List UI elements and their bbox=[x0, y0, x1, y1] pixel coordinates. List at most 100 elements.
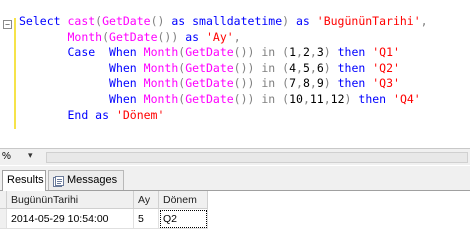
change-marker bbox=[14, 18, 16, 129]
result-tabs: Results Messages bbox=[0, 166, 470, 191]
code-token: , bbox=[309, 60, 317, 75]
code-line[interactable]: When Month(GetDate()) in (10,11,12) then… bbox=[19, 92, 428, 108]
tab-results-label: Results bbox=[7, 174, 44, 186]
code-token: as bbox=[185, 29, 206, 44]
zoom-level[interactable]: % bbox=[2, 151, 11, 162]
code-token: When bbox=[109, 76, 144, 91]
code-token: in ( bbox=[261, 45, 290, 60]
code-token: in ( bbox=[261, 60, 290, 75]
code-token: 3 bbox=[316, 45, 324, 60]
column-header[interactable]: Ay bbox=[133, 191, 159, 209]
horizontal-scrollbar[interactable] bbox=[46, 152, 468, 163]
code-token: 'Q1' bbox=[372, 45, 400, 60]
code-token: End as bbox=[67, 107, 116, 122]
code-token: 'Q3' bbox=[372, 76, 400, 91]
code-token: , bbox=[233, 29, 241, 44]
code-token: Month bbox=[143, 60, 179, 75]
code-token: ) bbox=[344, 91, 359, 106]
code-token: in ( bbox=[261, 91, 290, 106]
code-token: Month bbox=[143, 76, 179, 91]
editor-status-bar: % ▾ bbox=[0, 148, 470, 165]
code-token: , bbox=[420, 14, 428, 28]
code-token: ) bbox=[323, 60, 338, 75]
column-header[interactable]: Dönem bbox=[158, 191, 208, 209]
code-token: 6 bbox=[316, 60, 324, 75]
code-token: then bbox=[337, 45, 373, 60]
column-header[interactable]: BugününTarihi bbox=[6, 191, 134, 209]
tab-messages-label: Messages bbox=[67, 174, 118, 186]
code-token: ()) bbox=[157, 29, 186, 44]
code-line[interactable]: Select cast(GetDate() as smalldatetime) … bbox=[19, 14, 428, 30]
code-token: 'BugününTarihi' bbox=[316, 14, 421, 28]
code-token: then bbox=[337, 60, 373, 75]
table-row: 2014-05-29 10:54:00 5 Q2 bbox=[0, 208, 208, 229]
code-token: 7 bbox=[289, 76, 297, 91]
code-token: 2 bbox=[302, 45, 310, 60]
query-editor[interactable]: − Select cast(GetDate() as smalldatetime… bbox=[0, 0, 470, 150]
code-token: , bbox=[296, 45, 303, 60]
code-token: , bbox=[296, 76, 303, 91]
code-token: ) bbox=[323, 45, 338, 60]
table-cell[interactable]: Q2 bbox=[158, 208, 208, 229]
code-token: 'Ay' bbox=[205, 29, 234, 44]
code-token: ()) bbox=[233, 91, 262, 106]
code-token: 8 bbox=[302, 76, 310, 91]
code-token: Month bbox=[67, 29, 103, 44]
code-token: ( bbox=[102, 29, 110, 44]
code-token: When bbox=[109, 91, 144, 106]
code-token: , bbox=[296, 60, 303, 75]
table-cell[interactable]: 5 bbox=[133, 208, 159, 229]
results-grid: BugününTarihi Ay Dönem 2014-05-29 10:54:… bbox=[0, 191, 208, 229]
code-token: 'Q4' bbox=[393, 91, 421, 106]
code-token: then bbox=[337, 76, 373, 91]
code-line[interactable]: When Month(GetDate()) in (7,8,9) then 'Q… bbox=[19, 76, 428, 92]
code-token: () bbox=[150, 14, 172, 28]
code-token: ()) bbox=[233, 45, 262, 60]
messages-icon bbox=[53, 175, 64, 187]
code-token: as bbox=[296, 14, 317, 28]
code-token: ) bbox=[282, 14, 296, 28]
code-token: GetDate bbox=[185, 91, 234, 106]
code-token: GetDate bbox=[102, 14, 151, 28]
code-token: ()) bbox=[233, 60, 262, 75]
code-token: GetDate bbox=[109, 29, 158, 44]
code-line[interactable]: Month(GetDate()) as 'Ay', bbox=[19, 30, 428, 46]
code-token: 'Q2' bbox=[372, 60, 400, 75]
code-token: GetDate bbox=[185, 60, 234, 75]
code-token: Month bbox=[143, 91, 179, 106]
code-token: , bbox=[309, 76, 317, 91]
sql-code[interactable]: Select cast(GetDate() as smalldatetime) … bbox=[19, 14, 428, 123]
code-token: 11 bbox=[309, 91, 324, 106]
code-line[interactable]: When Month(GetDate()) in (4,5,6) then 'Q… bbox=[19, 61, 428, 77]
tab-messages[interactable]: Messages bbox=[48, 170, 124, 190]
code-token: 12 bbox=[330, 91, 345, 106]
zoom-dropdown-icon[interactable]: ▾ bbox=[28, 150, 33, 161]
code-token: cast bbox=[67, 14, 96, 28]
code-token: Month bbox=[143, 45, 179, 60]
code-line[interactable]: Case When Month(GetDate()) in (1,2,3) th… bbox=[19, 45, 428, 61]
code-token: 5 bbox=[302, 60, 310, 75]
code-token: 'Dönem' bbox=[115, 107, 165, 122]
table-cell[interactable]: 2014-05-29 10:54:00 bbox=[6, 208, 134, 229]
code-token: ()) bbox=[233, 76, 262, 91]
code-token: 10 bbox=[289, 91, 303, 106]
code-token: GetDate bbox=[185, 45, 234, 60]
code-token: , bbox=[302, 91, 310, 106]
code-token: in ( bbox=[261, 76, 290, 91]
tab-results[interactable]: Results bbox=[2, 170, 46, 191]
code-token: ) bbox=[323, 76, 338, 91]
code-token: 4 bbox=[289, 60, 297, 75]
collapse-toggle-icon[interactable]: − bbox=[3, 20, 12, 29]
code-token: , bbox=[323, 91, 331, 106]
code-token: Case When bbox=[67, 45, 144, 60]
code-token: 9 bbox=[316, 76, 324, 91]
code-line[interactable]: End as 'Dönem' bbox=[19, 108, 428, 124]
code-token: GetDate bbox=[185, 76, 234, 91]
code-token: as smalldatetime bbox=[171, 14, 283, 28]
